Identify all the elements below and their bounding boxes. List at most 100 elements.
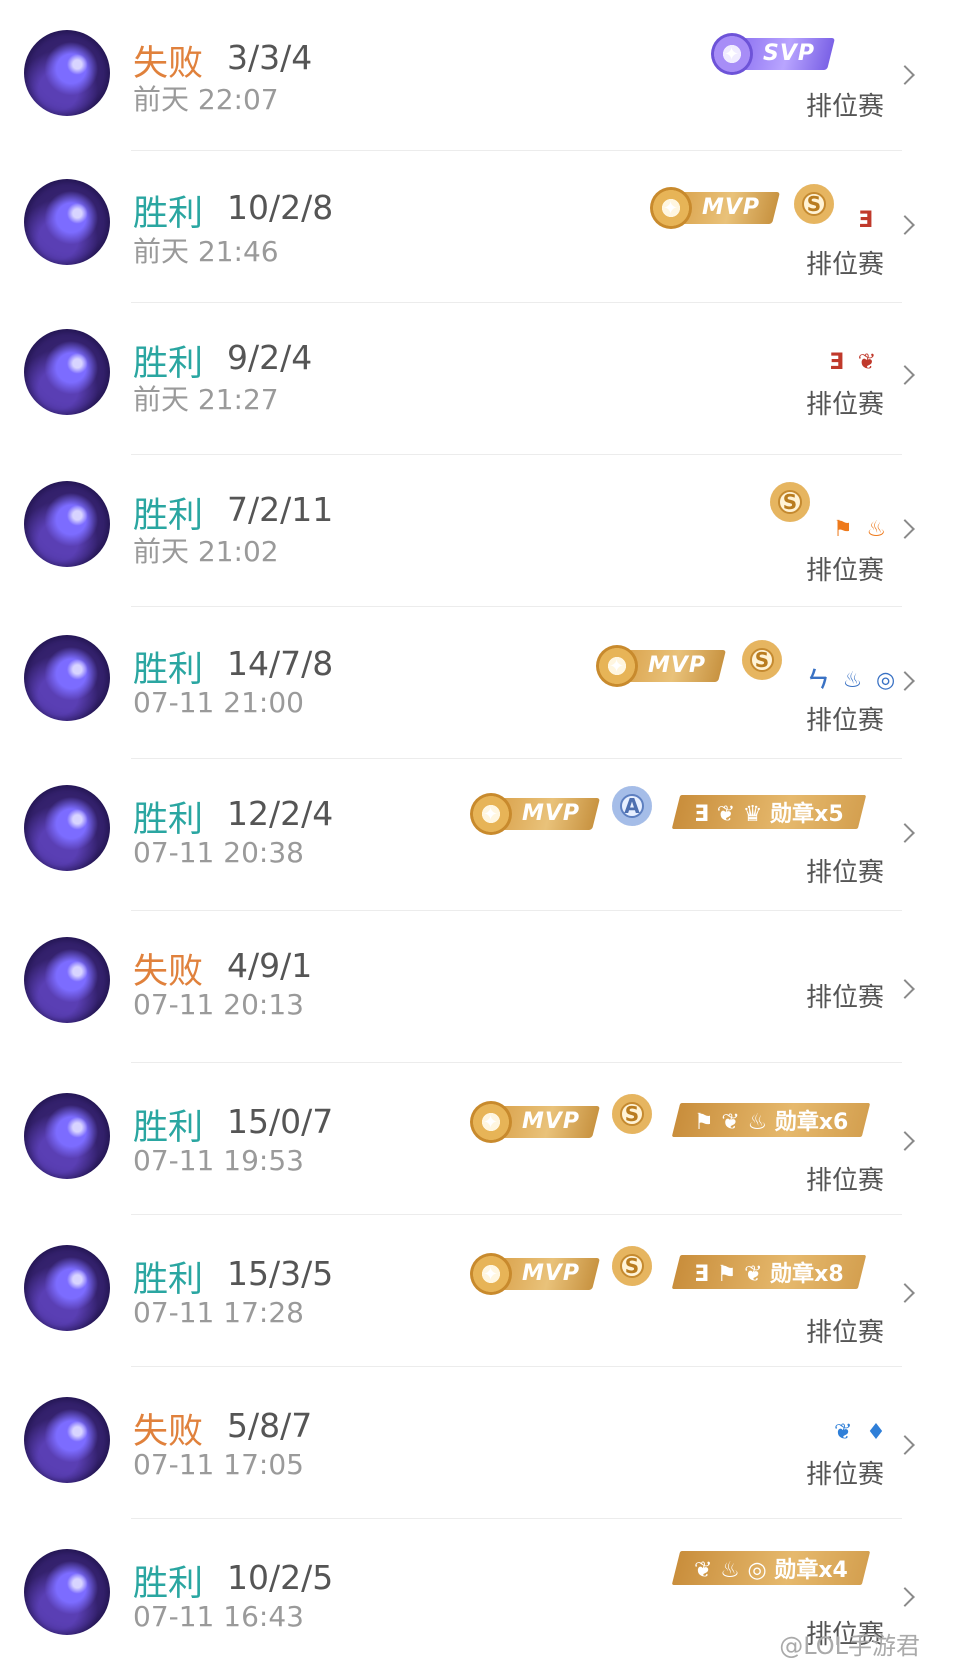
mode-label: 排位赛 [805, 706, 884, 736]
chevron-right-icon [895, 1587, 915, 1607]
champion-avatar [24, 937, 110, 1023]
mvp-badge: ✦ MVP [470, 1101, 601, 1143]
match-row[interactable]: 胜利 12/2/4 07-11 20:38 ✦ MVP A Ǝ ❦ ♛ 勋章x5 … [0, 760, 960, 912]
match-kda: 10/2/5 [227, 1558, 334, 1597]
match-kda: 15/3/5 [227, 1254, 334, 1293]
match-kda: 4/9/1 [227, 946, 313, 985]
mode-label: 排位赛 [805, 1460, 884, 1490]
champion-avatar [24, 30, 110, 116]
match-kda: 5/8/7 [227, 1406, 313, 1445]
medal-icon: ✦ [650, 187, 692, 229]
match-result: 胜利 [133, 1108, 204, 1148]
mvp-badge: ✦ MVP [650, 187, 781, 229]
chevron-right-icon [895, 1283, 915, 1303]
champion-avatar [24, 1549, 110, 1635]
match-kda: 9/2/4 [227, 338, 313, 377]
match-time: 07-11 19:53 [133, 1144, 304, 1177]
champion-avatar [24, 635, 110, 721]
grade-badge: A [612, 786, 652, 826]
match-result: 胜利 [133, 194, 204, 234]
match-row[interactable]: 胜利 9/2/4 前天 21:27 Ǝ ❦ 排位赛 [0, 304, 960, 456]
achievement-icons: ⚑ ♨ [833, 516, 890, 542]
mvp-badge: ✦ MVP [596, 645, 727, 687]
medal-plate: Ǝ ❦ ♛ 勋章x5 [671, 794, 866, 830]
match-row[interactable]: 胜利 15/3/5 07-11 17:28 ✦ MVP S Ǝ ⚑ ❦ 勋章x8 … [0, 1216, 960, 1368]
chevron-right-icon [895, 1435, 915, 1455]
medal-icon: ✦ [711, 33, 753, 75]
mvp-badge: ✦ MVP [470, 793, 601, 835]
match-result: 失败 [133, 952, 204, 992]
grade-badge: S [770, 482, 810, 522]
match-time: 07-11 17:28 [133, 1296, 304, 1329]
grade-badge: S [612, 1246, 652, 1286]
match-time: 07-11 21:00 [133, 686, 304, 719]
mode-label: 排位赛 [805, 92, 884, 122]
match-time: 前天 21:02 [133, 535, 279, 568]
divider [131, 1518, 902, 1519]
svp-badge: ✦ SVP [711, 33, 835, 75]
match-row[interactable]: 胜利 7/2/11 前天 21:02 S ⚑ ♨ 排位赛 [0, 456, 960, 608]
match-time: 07-11 20:38 [133, 836, 304, 869]
achievement-icons: ㄣ ♨ ◎ [807, 668, 899, 693]
divider [131, 910, 902, 911]
match-row[interactable]: 失败 5/8/7 07-11 17:05 ❦ ♦ 排位赛 [0, 1368, 960, 1520]
match-result: 失败 [133, 1412, 204, 1452]
champion-avatar [24, 481, 110, 567]
match-row[interactable]: 胜利 10/2/8 前天 21:46 ✦ MVP S Ǝ 排位赛 [0, 152, 960, 304]
achievement-icons: ❦ ♦ [834, 1419, 889, 1445]
match-row[interactable]: 失败 3/3/4 前天 22:07 ✦ SVP 排位赛 [0, 0, 960, 152]
divider [131, 1214, 902, 1215]
match-time: 前天 22:07 [133, 83, 279, 116]
grade-badge: S [742, 640, 782, 680]
champion-avatar [24, 785, 110, 871]
mode-label: 排位赛 [805, 1166, 884, 1196]
divider [131, 1366, 902, 1367]
match-kda: 3/3/4 [227, 38, 313, 77]
mode-label: 排位赛 [805, 983, 884, 1013]
medal-icon: ✦ [596, 645, 638, 687]
match-kda: 7/2/11 [227, 490, 334, 529]
mode-label: 排位赛 [805, 1318, 884, 1348]
match-result: 胜利 [133, 800, 204, 840]
divider [131, 302, 902, 303]
divider [131, 150, 902, 151]
champion-avatar [24, 1245, 110, 1331]
chevron-right-icon [895, 365, 915, 385]
medal-plate: Ǝ ⚑ ❦ 勋章x8 [671, 1254, 866, 1290]
grade-badge: S [794, 184, 834, 224]
match-kda: 15/0/7 [227, 1102, 334, 1141]
chevron-right-icon [895, 519, 915, 539]
chevron-right-icon [895, 979, 915, 999]
grade-badge: S [612, 1094, 652, 1134]
medal-plate: ❦ ♨ ◎ 勋章x4 [671, 1550, 871, 1586]
divider [131, 758, 902, 759]
match-result: 胜利 [133, 1564, 204, 1604]
divider [131, 454, 902, 455]
match-row[interactable]: 胜利 15/0/7 07-11 19:53 ✦ MVP S ⚑ ❦ ♨ 勋章x6 … [0, 1064, 960, 1216]
mode-label: 排位赛 [805, 556, 884, 586]
medal-icon: ✦ [470, 793, 512, 835]
match-kda: 14/7/8 [227, 644, 334, 683]
match-history-list: 失败 3/3/4 前天 22:07 ✦ SVP 排位赛 胜利 10/2/8 前天 … [0, 0, 960, 1673]
medal-icon: ✦ [470, 1101, 512, 1143]
match-row[interactable]: 胜利 14/7/8 07-11 21:00 ✦ MVP S ㄣ ♨ ◎ 排位赛 [0, 608, 960, 760]
match-time: 07-11 16:43 [133, 1600, 304, 1633]
champion-avatar [24, 1093, 110, 1179]
mvp-badge: ✦ MVP [470, 1253, 601, 1295]
divider [131, 1062, 902, 1063]
mode-label: 排位赛 [805, 390, 884, 420]
mode-label: 排位赛 [805, 250, 884, 280]
match-row[interactable]: 失败 4/9/1 07-11 20:13 排位赛 [0, 912, 960, 1064]
chevron-right-icon [895, 823, 915, 843]
watermark: @LOL手游君 [779, 1632, 920, 1660]
match-result: 胜利 [133, 650, 204, 690]
mode-label: 排位赛 [805, 858, 884, 888]
champion-avatar [24, 179, 110, 265]
match-time: 前天 21:46 [133, 235, 279, 268]
achievement-icons: Ǝ [858, 207, 877, 233]
match-time: 前天 21:27 [133, 383, 279, 416]
match-time: 07-11 17:05 [133, 1448, 304, 1481]
chevron-right-icon [895, 1131, 915, 1151]
match-kda: 12/2/4 [227, 794, 334, 833]
champion-avatar [24, 329, 110, 415]
